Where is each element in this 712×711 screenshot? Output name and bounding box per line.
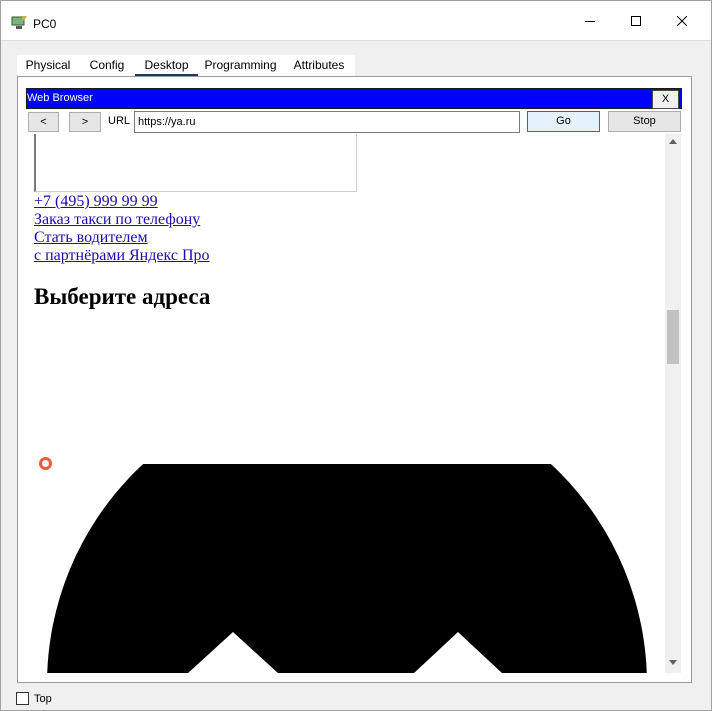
become-driver-link[interactable]: Стать водителем	[34, 229, 148, 247]
page-heading: Выберите адреса	[34, 284, 211, 309]
minimize-icon	[585, 21, 595, 22]
title-bar[interactable]: PC0	[1, 1, 711, 41]
close-icon	[677, 16, 687, 26]
top-checkbox-label: Top	[34, 693, 52, 705]
back-button[interactable]: <	[28, 112, 59, 132]
url-input[interactable]	[134, 111, 520, 133]
scroll-thumb[interactable]	[667, 310, 679, 364]
packet-tracer-pc-icon	[11, 16, 27, 29]
go-button[interactable]: Go	[527, 111, 600, 132]
top-checkbox[interactable]	[16, 692, 29, 705]
scroll-down-arrow-icon[interactable]	[669, 660, 677, 665]
scroll-up-arrow-icon[interactable]	[669, 139, 677, 144]
maximize-icon	[631, 16, 641, 26]
tab-programming[interactable]: Programming	[198, 55, 283, 77]
tab-physical[interactable]: Physical	[17, 55, 79, 77]
tab-attributes[interactable]: Attributes	[283, 55, 355, 77]
tab-bar: Physical Config Desktop Programming Attr…	[17, 55, 355, 77]
order-taxi-link[interactable]: Заказ такси по телефону	[34, 211, 200, 229]
vertical-scrollbar[interactable]	[665, 134, 681, 673]
web-browser-title: Web Browser	[27, 92, 93, 104]
phone-link[interactable]: +7 (495) 999 99 99	[34, 193, 158, 211]
maximize-button[interactable]	[613, 1, 659, 41]
close-window-button[interactable]	[659, 1, 705, 41]
partners-link[interactable]: с партнёрами Яндекс Про	[34, 247, 210, 265]
embedded-frame	[34, 134, 357, 192]
stop-button[interactable]: Stop	[608, 111, 681, 132]
browser-content: +7 (495) 999 99 99 Заказ такси по телефо…	[27, 134, 665, 673]
window-title: PC0	[33, 17, 57, 31]
tab-desktop[interactable]: Desktop	[135, 55, 198, 77]
web-browser-title-bar: Web Browser X	[26, 88, 682, 109]
browser-close-button[interactable]: X	[652, 90, 679, 109]
forward-button[interactable]: >	[69, 112, 101, 132]
taxi-logo-image	[47, 464, 647, 673]
minimize-button[interactable]	[567, 1, 613, 41]
pc0-window: PC0 Physical Config Desktop Programming …	[0, 0, 712, 711]
url-label: URL	[108, 115, 131, 127]
tab-config[interactable]: Config	[79, 55, 135, 77]
